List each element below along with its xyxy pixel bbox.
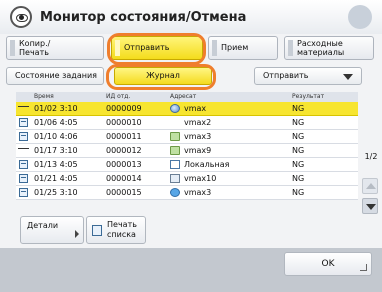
scroll-down-button[interactable] (362, 198, 378, 214)
address-text: vmax10 (184, 174, 217, 183)
cell-id: 0000011 (106, 132, 142, 141)
document-icon (92, 225, 102, 236)
address-text: vmax (184, 104, 207, 113)
cell-result: NG (292, 104, 305, 113)
table-row[interactable]: 01/13 4:05 0000013 Локальная NG (16, 158, 358, 172)
page-indicator: 1/2 (364, 152, 378, 161)
address-text: Локальная (184, 160, 230, 169)
print-list-label: Печать списка (107, 220, 137, 239)
table-header: Время ИД отд. Адресат Результат (16, 92, 358, 102)
cell-time: 01/21 4:05 (34, 174, 78, 183)
cell-time: 01/17 3:10 (34, 146, 78, 155)
scroll-panel: 1/2 (360, 92, 380, 214)
document-icon (18, 188, 30, 197)
cell-id: 0000010 (106, 118, 142, 127)
file-icon (170, 160, 180, 169)
status-monitor-eye-icon (10, 6, 32, 28)
table-row[interactable]: 01/21 4:05 0000014 vmax10 NG (16, 172, 358, 186)
corner-mark-icon (360, 264, 367, 271)
cell-id: 0000014 (106, 174, 142, 183)
cell-time: 01/10 4:06 (34, 132, 78, 141)
highlight-ring (106, 64, 216, 90)
address-text: vmax3 (184, 132, 212, 141)
chevron-right-icon (75, 230, 79, 238)
job-status-label: Состояние задания (15, 71, 97, 80)
page-title: Монитор состояния/Отмена (40, 10, 247, 25)
tab-copy-print[interactable]: Копир./ Печать (6, 36, 104, 60)
ok-button[interactable]: OK (284, 252, 372, 276)
address-text: vmax2 (184, 118, 212, 127)
cell-id: 0000009 (106, 104, 142, 113)
chevron-down-icon (343, 74, 353, 80)
cell-result: NG (292, 160, 305, 169)
table-row[interactable]: 01/25 3:10 0000015 vmax3 NG (16, 186, 358, 200)
tab-consumables[interactable]: Расходные материалы (284, 36, 374, 60)
tab-label: Расходные материалы (297, 39, 345, 57)
document-icon (18, 118, 30, 127)
folder-icon (170, 146, 180, 155)
mail-icon (170, 174, 180, 183)
col-id: ИД отд. (106, 93, 131, 100)
cell-time: 01/02 3:10 (34, 104, 78, 113)
address-text: vmax3 (184, 188, 212, 197)
col-address: Адресат (170, 93, 197, 100)
tab-label: Копир./ Печать (19, 39, 51, 57)
table-row[interactable]: 01/17 3:10 0000012 vmax9 NG (16, 144, 358, 158)
arrows-icon (170, 188, 180, 197)
cell-time: 01/25 3:10 (34, 188, 78, 197)
cell-id: 0000015 (106, 188, 142, 197)
cell-result: NG (292, 146, 305, 155)
journal-table: Время ИД отд. Адресат Результат 01/02 3:… (16, 92, 358, 200)
col-time: Время (34, 93, 54, 100)
document-icon (18, 174, 30, 183)
table-row[interactable]: 01/06 4:05 0000010 vmax2 NG (16, 116, 358, 130)
job-status-button[interactable]: Состояние задания (6, 67, 104, 85)
cell-id: 0000012 (106, 146, 142, 155)
document-icon (18, 160, 30, 169)
title-bar: Монитор состояния/Отмена (0, 0, 382, 34)
job-type-icon (18, 104, 30, 113)
tab-receive[interactable]: Прием (208, 36, 278, 60)
disk-icon (170, 104, 180, 113)
ok-label: OK (321, 259, 335, 269)
document-icon (18, 132, 30, 141)
cell-result: NG (292, 188, 305, 197)
cell-time: 01/06 4:05 (34, 118, 78, 127)
cell-result: NG (292, 118, 305, 127)
cell-time: 01/13 4:05 (34, 160, 78, 169)
tab-label: Прием (221, 43, 249, 52)
address-text: vmax9 (184, 146, 212, 155)
scroll-up-button[interactable] (362, 178, 378, 194)
title-action-button[interactable] (348, 5, 372, 29)
folder-icon (170, 132, 180, 141)
table-row[interactable]: 01/02 3:10 0000009 vmax NG (16, 102, 358, 116)
status-monitor-screen: Монитор состояния/Отмена Копир./ Печать … (0, 0, 382, 292)
job-type-dropdown[interactable]: Отправить (254, 67, 362, 85)
table-row[interactable]: 01/10 4:06 0000011 vmax3 NG (16, 130, 358, 144)
job-type-icon (18, 146, 30, 155)
cell-result: NG (292, 174, 305, 183)
cell-id: 0000013 (106, 160, 142, 169)
col-result: Результат (292, 93, 325, 100)
details-label: Детали (27, 221, 59, 230)
cell-result: NG (292, 132, 305, 141)
dropdown-value: Отправить (263, 71, 309, 80)
highlight-ring (107, 33, 206, 65)
print-list-button[interactable]: Печать списка (86, 216, 146, 244)
details-button[interactable]: Детали (20, 216, 84, 244)
